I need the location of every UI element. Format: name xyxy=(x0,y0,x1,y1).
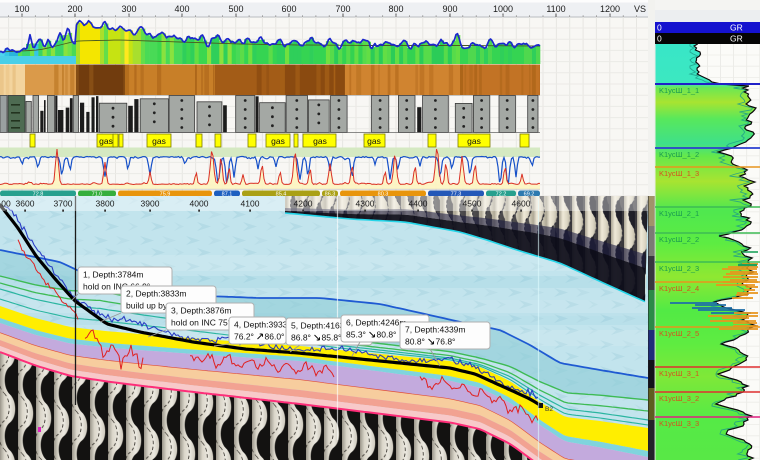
svg-text:76.8°: 76.8° xyxy=(436,337,456,347)
svg-text:K1ycШ_1_2: K1ycШ_1_2 xyxy=(659,150,699,159)
svg-text:1, Depth:3784m: 1, Depth:3784m xyxy=(83,270,143,280)
svg-text:4, Depth:3933m: 4, Depth:3933m xyxy=(234,320,294,330)
svg-text:K1ycШ_2_3: K1ycШ_2_3 xyxy=(659,264,699,273)
svg-text:K1ycШ_3_2: K1ycШ_3_2 xyxy=(659,394,699,403)
svg-text:K1ycШ_2_1: K1ycШ_2_1 xyxy=(659,209,699,218)
svg-text:900: 900 xyxy=(442,4,457,14)
svg-text:800: 800 xyxy=(388,4,403,14)
svg-text:3600: 3600 xyxy=(16,199,35,209)
svg-text:6, Depth:4246m: 6, Depth:4246m xyxy=(346,318,406,328)
svg-text:gas: gas xyxy=(271,136,285,146)
svg-text:600: 600 xyxy=(281,4,296,14)
svg-text:hold on INC 75°: hold on INC 75° xyxy=(171,318,231,328)
svg-text:4600: 4600 xyxy=(512,199,531,209)
svg-text:GR: GR xyxy=(730,34,743,44)
svg-text:7, Depth:4339m: 7, Depth:4339m xyxy=(405,325,465,335)
svg-text:1100: 1100 xyxy=(546,4,565,14)
svg-text:00: 00 xyxy=(1,199,11,209)
svg-text:K1ycШ_2_5: K1ycШ_2_5 xyxy=(659,329,699,338)
svg-text:4500: 4500 xyxy=(463,199,482,209)
svg-text:86.8°: 86.8° xyxy=(291,333,311,343)
svg-text:80.8°: 80.8° xyxy=(405,337,425,347)
svg-text:4000: 4000 xyxy=(190,199,209,209)
svg-text:gas: gas xyxy=(152,136,166,146)
svg-text:K1ycШ_3_3: K1ycШ_3_3 xyxy=(659,419,699,428)
svg-text:85.8°: 85.8° xyxy=(322,333,342,343)
svg-text:2, Depth:3833m: 2, Depth:3833m xyxy=(126,289,186,299)
svg-text:GR: GR xyxy=(730,23,743,33)
svg-text:K1ycШ_3_1: K1ycШ_3_1 xyxy=(659,369,699,378)
svg-text:gas: gas xyxy=(313,136,327,146)
svg-text:4200: 4200 xyxy=(294,199,313,209)
svg-text:1000: 1000 xyxy=(493,4,513,14)
svg-text:3800: 3800 xyxy=(96,199,115,209)
svg-text:4400: 4400 xyxy=(409,199,428,209)
svg-text:85.3°: 85.3° xyxy=(346,330,366,340)
svg-text:gas: gas xyxy=(367,136,381,146)
svg-text:4100: 4100 xyxy=(241,199,260,209)
svg-text:86.0°: 86.0° xyxy=(265,332,285,342)
svg-text:80.8°: 80.8° xyxy=(377,330,397,340)
svg-text:K1ycШ_2_2: K1ycШ_2_2 xyxy=(659,235,699,244)
svg-text:K1ycШ_2_4: K1ycШ_2_4 xyxy=(659,284,699,293)
svg-text:100: 100 xyxy=(14,4,29,14)
svg-text:VS: VS xyxy=(634,4,646,14)
svg-text:500: 500 xyxy=(228,4,243,14)
svg-text:3900: 3900 xyxy=(141,199,160,209)
svg-text:gas: gas xyxy=(99,136,113,146)
svg-text:400: 400 xyxy=(174,4,189,14)
svg-text:B2: B2 xyxy=(545,406,553,413)
svg-text:0: 0 xyxy=(657,34,662,44)
svg-text:K1ycШ_1_3: K1ycШ_1_3 xyxy=(659,169,699,178)
svg-text:1200: 1200 xyxy=(600,4,620,14)
svg-text:200: 200 xyxy=(67,4,82,14)
svg-text:0: 0 xyxy=(657,23,662,33)
svg-text:76.2°: 76.2° xyxy=(234,332,254,342)
svg-text:gas: gas xyxy=(467,136,481,146)
svg-text:K1ycШ_1_1: K1ycШ_1_1 xyxy=(659,86,699,95)
svg-text:3, Depth:3876m: 3, Depth:3876m xyxy=(171,306,231,316)
svg-text:700: 700 xyxy=(335,4,350,14)
svg-text:300: 300 xyxy=(121,4,136,14)
svg-text:4300: 4300 xyxy=(356,199,375,209)
svg-text:3700: 3700 xyxy=(54,199,73,209)
